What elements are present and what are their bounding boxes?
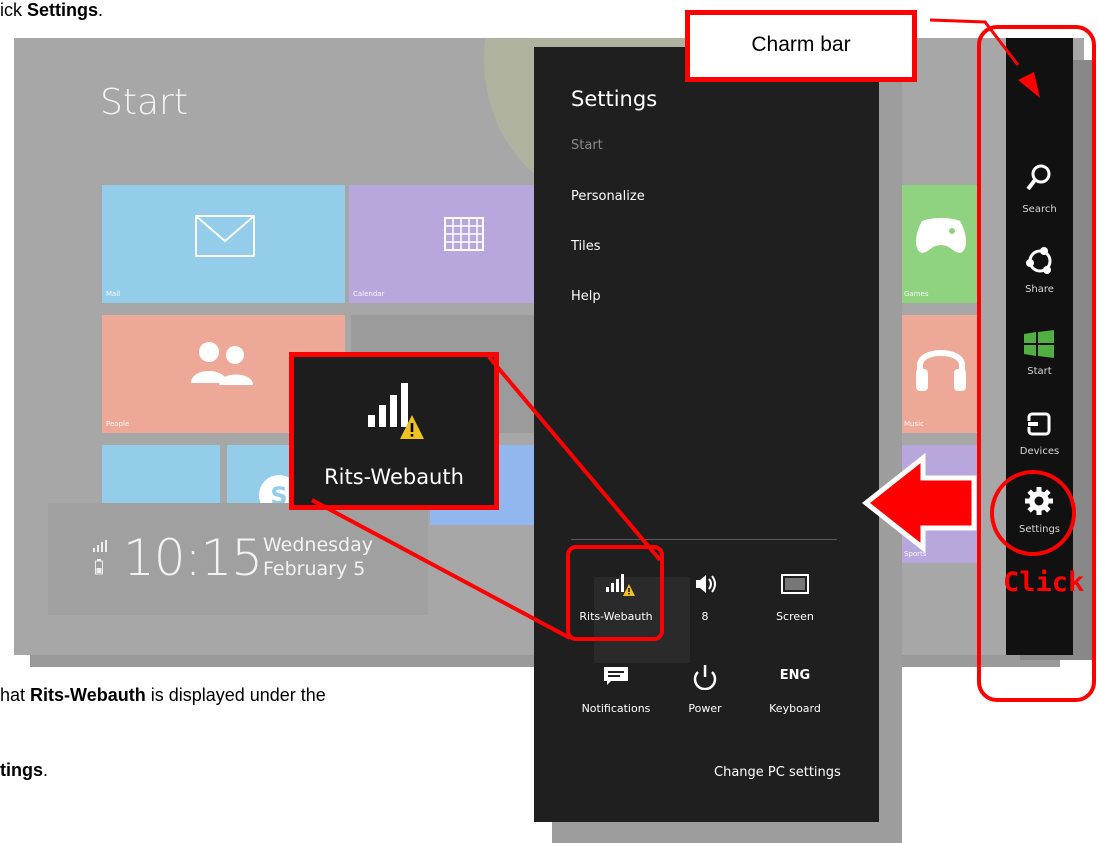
wifi-warning-icon [368, 383, 424, 439]
flyout-title: Settings [571, 87, 658, 111]
link-tiles[interactable]: Tiles [571, 239, 601, 254]
instruction-text: . [98, 0, 104, 20]
quick-label: Keyboard [769, 702, 821, 715]
link-personalize[interactable]: Personalize [571, 189, 645, 204]
clock-weekday: Wednesday [263, 534, 374, 556]
clock-monthday: February 5 [263, 558, 366, 580]
calendar-icon [444, 217, 484, 251]
tile-mail[interactable]: Mail [102, 185, 345, 303]
charm-bar-callout-text: Charm bar [751, 33, 851, 56]
keyboard-icon: ENG [779, 668, 811, 683]
headphones-icon [916, 350, 966, 391]
instruction-text: ick [0, 0, 27, 20]
instruction-bold: tings [0, 760, 43, 780]
mail-icon [195, 215, 255, 257]
start-title: Start [100, 82, 188, 123]
quick-notifications[interactable]: Notifications [571, 664, 661, 724]
quick-keyboard[interactable]: ENG Keyboard [750, 664, 840, 724]
instruction-text: is displayed under the [145, 685, 326, 705]
tile-label: Sports [904, 550, 927, 558]
tile-label: Mail [106, 290, 121, 298]
instruction-line-2: hat Rits-Webauth is displayed under the [0, 685, 326, 706]
quick-power[interactable]: Power [660, 664, 750, 724]
tile-calendar[interactable]: Calendar [349, 185, 534, 303]
screen-icon [781, 574, 809, 594]
network-highlight-box [566, 545, 664, 641]
quick-label: Screen [776, 610, 814, 623]
tile-games[interactable]: Games [900, 185, 980, 303]
flyout-divider [571, 539, 837, 540]
instruction-line-1: ick Settings. [0, 0, 103, 21]
tile-label: People [106, 420, 130, 428]
instruction-text: . [43, 760, 49, 780]
instruction-text: hat [0, 685, 31, 705]
tile-label: Music [904, 420, 924, 428]
settings-flyout: Settings Start Personalize Tiles Help Ri… [534, 47, 879, 822]
click-annotation: Click [1003, 567, 1085, 598]
clock-time: 10:15 [123, 529, 263, 587]
network-zoom-callout: Rits-Webauth [289, 352, 499, 510]
link-help[interactable]: Help [571, 289, 601, 304]
clock-panel: 10:15 Wednesday February 5 [48, 503, 428, 615]
volume-icon [696, 575, 716, 593]
tile-sports[interactable]: Sports [900, 445, 980, 563]
battery-icon [95, 559, 103, 575]
change-pc-settings-link[interactable]: Change PC settings [714, 765, 841, 780]
tile-label: Games [904, 290, 929, 298]
quick-volume[interactable]: 8 [660, 572, 750, 632]
signal-icon [93, 540, 107, 552]
charm-bar-callout: Charm bar [685, 10, 917, 82]
quick-label: Power [688, 702, 722, 715]
settings-highlight-circle [990, 470, 1076, 556]
quick-label: 8 [701, 610, 709, 623]
instruction-bold: Rits-Webauth [30, 685, 146, 705]
people-icon [191, 342, 253, 385]
quick-screen[interactable]: Screen [750, 572, 840, 632]
quick-label: Notifications [581, 702, 651, 715]
tile-label: Calendar [353, 290, 385, 298]
power-icon [693, 665, 717, 690]
tile-music[interactable]: Music [900, 315, 980, 433]
charm-bar-highlight [977, 25, 1096, 702]
notifications-icon [604, 667, 628, 685]
zoom-label: Rits-Webauth [324, 465, 464, 489]
instruction-line-3: tings. [0, 760, 48, 781]
instruction-bold: Settings [27, 0, 99, 20]
flyout-subtitle: Start [571, 138, 603, 153]
xbox-controller-icon [916, 218, 966, 253]
clock-date: Wednesday February 5 [263, 533, 373, 581]
